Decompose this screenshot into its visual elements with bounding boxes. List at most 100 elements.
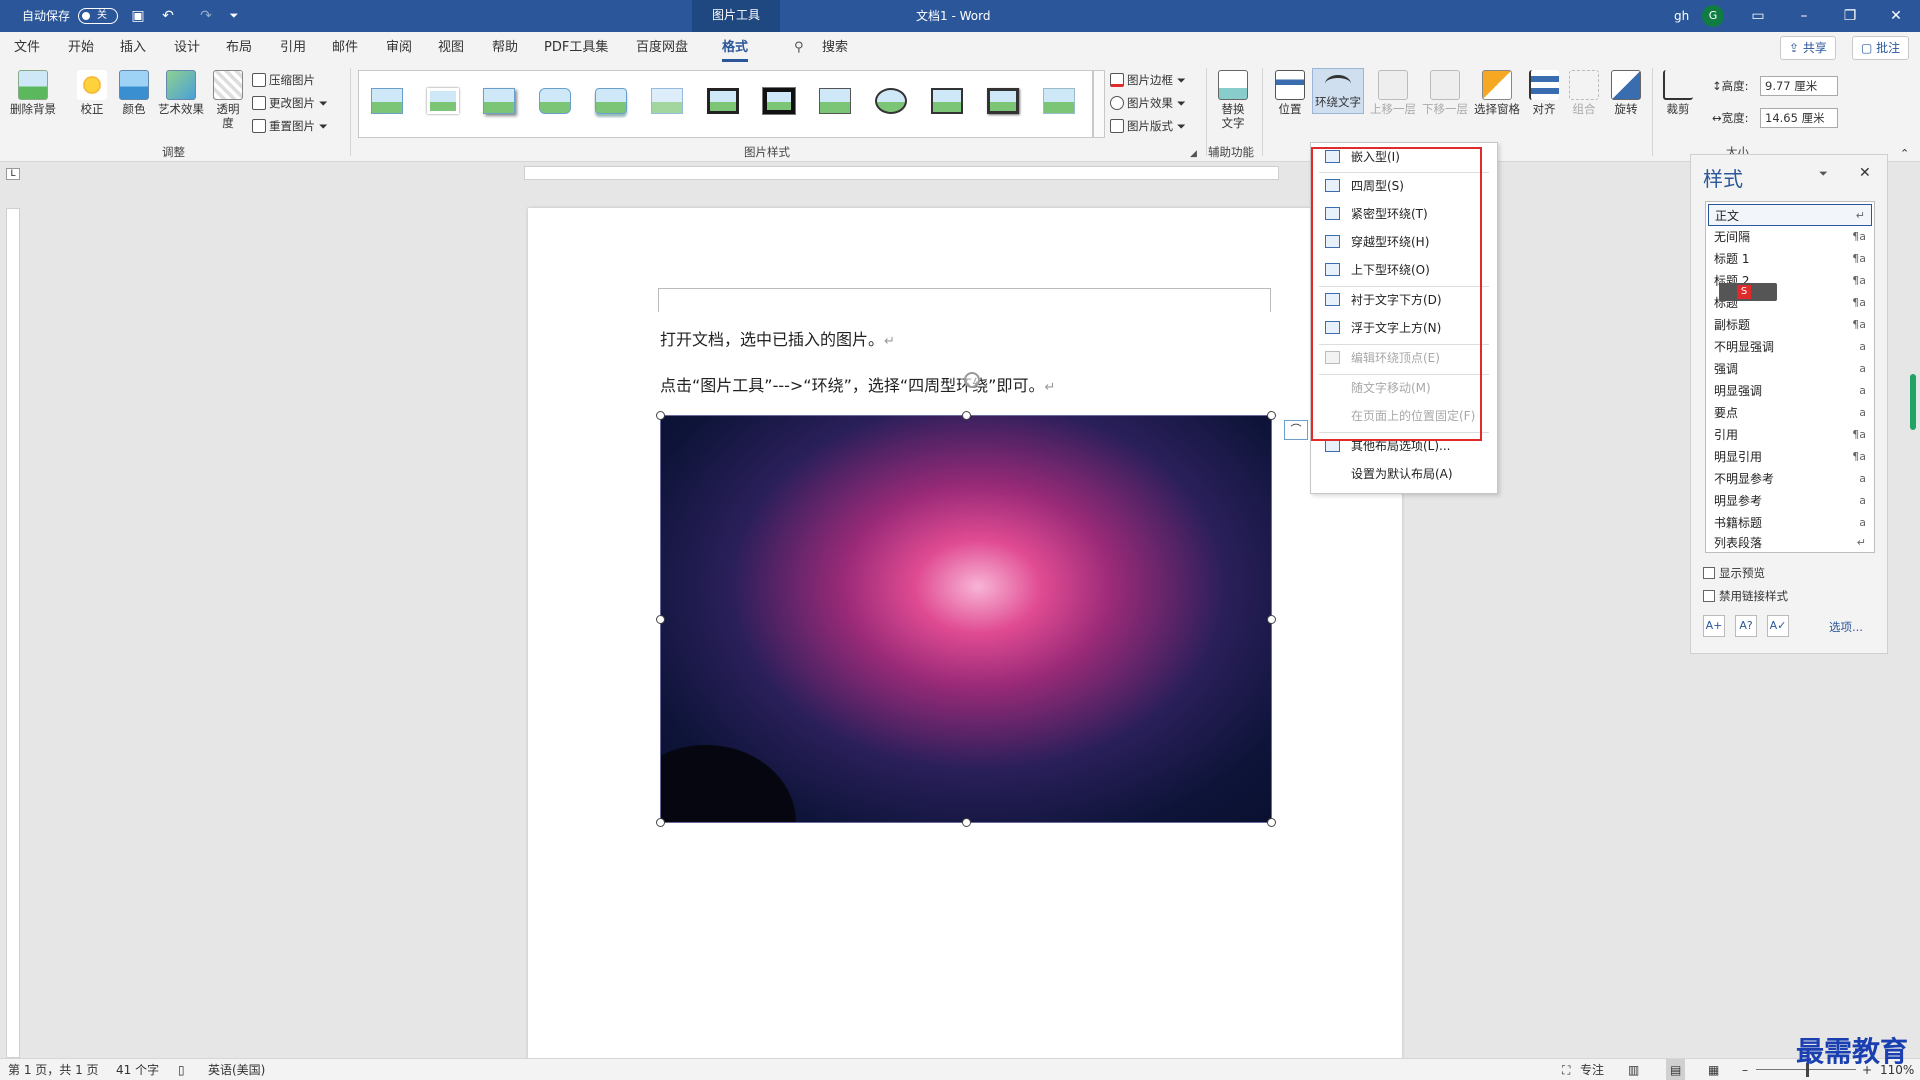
style-item[interactable]: 强调 a [1708, 358, 1872, 380]
page-count[interactable]: 第 1 页，共 1 页 [8, 1059, 99, 1080]
new-style-icon[interactable]: A+ [1703, 615, 1725, 637]
compress-pictures-button[interactable]: 压缩图片 [252, 70, 315, 90]
style-inspector-icon[interactable]: A? [1735, 615, 1757, 637]
word-count[interactable]: 41 个字 [116, 1059, 159, 1080]
rotate-button[interactable]: 旋转 [1608, 70, 1644, 116]
manage-styles-icon[interactable]: A✓ [1767, 615, 1789, 637]
vertical-ruler[interactable] [6, 208, 20, 1058]
style-item[interactable]: 引用 ¶a [1708, 424, 1872, 446]
tab-review[interactable]: 审阅 [386, 32, 412, 64]
resize-handle[interactable] [656, 818, 665, 827]
search-icon[interactable]: ⚲ [794, 32, 804, 64]
position-button[interactable]: 位置 [1270, 70, 1310, 116]
tab-design[interactable]: 设计 [174, 32, 200, 64]
avatar[interactable]: G [1702, 5, 1724, 27]
bring-forward-button[interactable]: 上移一层 [1368, 70, 1418, 116]
print-layout-icon[interactable]: ▤ [1666, 1059, 1686, 1080]
picture-layout-button[interactable]: 图片版式 ⏷ [1110, 116, 1186, 136]
artistic-effects-button[interactable]: 艺术效果 [156, 70, 206, 116]
transparency-button[interactable]: 透明度 [212, 70, 244, 130]
pane-options-icon[interactable]: ⏷ [1819, 167, 1828, 181]
ribbon-display-icon[interactable]: ▭ [1748, 6, 1768, 26]
picture-style-thumb[interactable] [701, 80, 745, 124]
tab-references[interactable]: 引用 [280, 32, 306, 64]
picture-style-thumb[interactable] [365, 80, 409, 124]
resize-handle[interactable] [1267, 411, 1276, 420]
tab-file[interactable]: 文件 [14, 32, 40, 64]
remove-background-button[interactable]: 删除背景 [8, 70, 58, 116]
tab-mailings[interactable]: 邮件 [332, 32, 358, 64]
customize-qat-icon[interactable]: ⏷ [224, 6, 244, 26]
picture-style-thumb[interactable] [645, 80, 689, 124]
resize-handle[interactable] [962, 411, 971, 420]
scrollbar-thumb[interactable] [1910, 374, 1916, 430]
style-item[interactable]: 标题 1 ¶a [1708, 248, 1872, 270]
tab-home[interactable]: 开始 [68, 32, 94, 64]
focus-mode[interactable]: 专注 [1580, 1059, 1604, 1080]
language-status[interactable]: 英语(美国) [208, 1059, 265, 1080]
style-item[interactable]: 无间隔 ¶a [1708, 226, 1872, 248]
style-item[interactable]: 副标题 ¶a [1708, 314, 1872, 336]
picture-style-thumb[interactable] [589, 80, 633, 124]
picture-style-thumb[interactable] [869, 80, 913, 124]
paragraph-1[interactable]: 打开文档，选中已插入的图片。↵ [660, 326, 895, 350]
close-pane-icon[interactable]: ✕ [1859, 165, 1871, 181]
tab-layout[interactable]: 布局 [226, 32, 252, 64]
color-button[interactable]: 颜色 [114, 70, 154, 116]
tab-format[interactable]: 格式 [722, 32, 749, 62]
horizontal-ruler[interactable] [524, 166, 1279, 180]
align-button[interactable]: 对齐 [1526, 70, 1562, 116]
picture-style-thumb[interactable] [813, 80, 857, 124]
picture-border-button[interactable]: 图片边框 ⏷ [1110, 70, 1186, 90]
reset-picture-button[interactable]: 重置图片 ⏷ [252, 116, 328, 136]
redo-icon[interactable]: ↷ [196, 6, 216, 26]
zoom-out-icon[interactable]: – [1742, 1059, 1748, 1080]
undo-icon[interactable]: ↶ [158, 6, 178, 26]
resize-handle[interactable] [1267, 615, 1276, 624]
gallery-scroll[interactable] [1093, 70, 1105, 138]
proofing-icon[interactable]: ▯ [178, 1059, 185, 1080]
fireworks-image[interactable] [656, 411, 1276, 827]
resize-handle[interactable] [1267, 818, 1276, 827]
style-item[interactable]: 明显强调 a [1708, 380, 1872, 402]
picture-style-thumb[interactable] [533, 80, 577, 124]
crop-button[interactable]: 裁剪 [1660, 70, 1696, 116]
picture-style-thumb[interactable] [1037, 80, 1081, 124]
style-item[interactable]: 明显引用 ¶a [1708, 446, 1872, 468]
tab-insert[interactable]: 插入 [120, 32, 146, 64]
save-icon[interactable]: ▣ [128, 6, 148, 26]
ime-toolbar[interactable]: S [1719, 283, 1777, 301]
picture-style-thumb[interactable] [981, 80, 1025, 124]
show-preview-checkbox[interactable]: 显示预览 [1703, 565, 1765, 581]
style-item[interactable]: 要点 a [1708, 402, 1872, 424]
height-input[interactable]: 9.77 厘米 [1760, 76, 1838, 96]
set-as-default-layout[interactable]: 设置为默认布局(A) [1311, 462, 1497, 486]
vertical-scrollbar[interactable] [1908, 180, 1918, 1056]
resize-handle[interactable] [656, 411, 665, 420]
close-icon[interactable]: ✕ [1886, 6, 1906, 26]
picture-style-thumb[interactable] [477, 80, 521, 124]
comments-button[interactable]: ▢ 批注 [1852, 36, 1910, 60]
tab-view[interactable]: 视图 [438, 32, 464, 64]
alt-text-button[interactable]: 替换文字 [1214, 70, 1252, 130]
restore-icon[interactable]: ❐ [1840, 6, 1860, 26]
minimize-icon[interactable]: – [1794, 6, 1814, 26]
wrap-text-button[interactable]: 环绕文字 [1312, 68, 1364, 114]
picture-style-thumb[interactable] [421, 80, 465, 124]
dialog-launcher-icon[interactable]: ◢ [1190, 144, 1197, 164]
styles-options-link[interactable]: 选项... [1829, 619, 1863, 635]
user-name[interactable]: gh [1674, 0, 1689, 32]
group-button[interactable]: 组合 [1566, 70, 1602, 116]
resize-handle[interactable] [962, 818, 971, 827]
rotate-handle-icon[interactable] [964, 372, 980, 388]
send-backward-button[interactable]: 下移一层 [1420, 70, 1470, 116]
picture-effects-button[interactable]: 图片效果 ⏷ [1110, 93, 1186, 113]
tab-stop-selector[interactable]: L [6, 168, 20, 180]
selection-pane-button[interactable]: 选择窗格 [1472, 70, 1522, 116]
picture-style-thumb[interactable] [757, 80, 801, 124]
paragraph-2[interactable]: 点击“图片工具”--->“环绕”，选择“四周型环绕”即可。↵ [660, 372, 1055, 396]
tab-pdf-tools[interactable]: PDF工具集 [544, 32, 608, 64]
style-item[interactable]: 书籍标题 a [1708, 512, 1872, 534]
autosave-toggle[interactable]: 关 [78, 8, 118, 24]
read-mode-icon[interactable]: ▥ [1628, 1059, 1639, 1080]
